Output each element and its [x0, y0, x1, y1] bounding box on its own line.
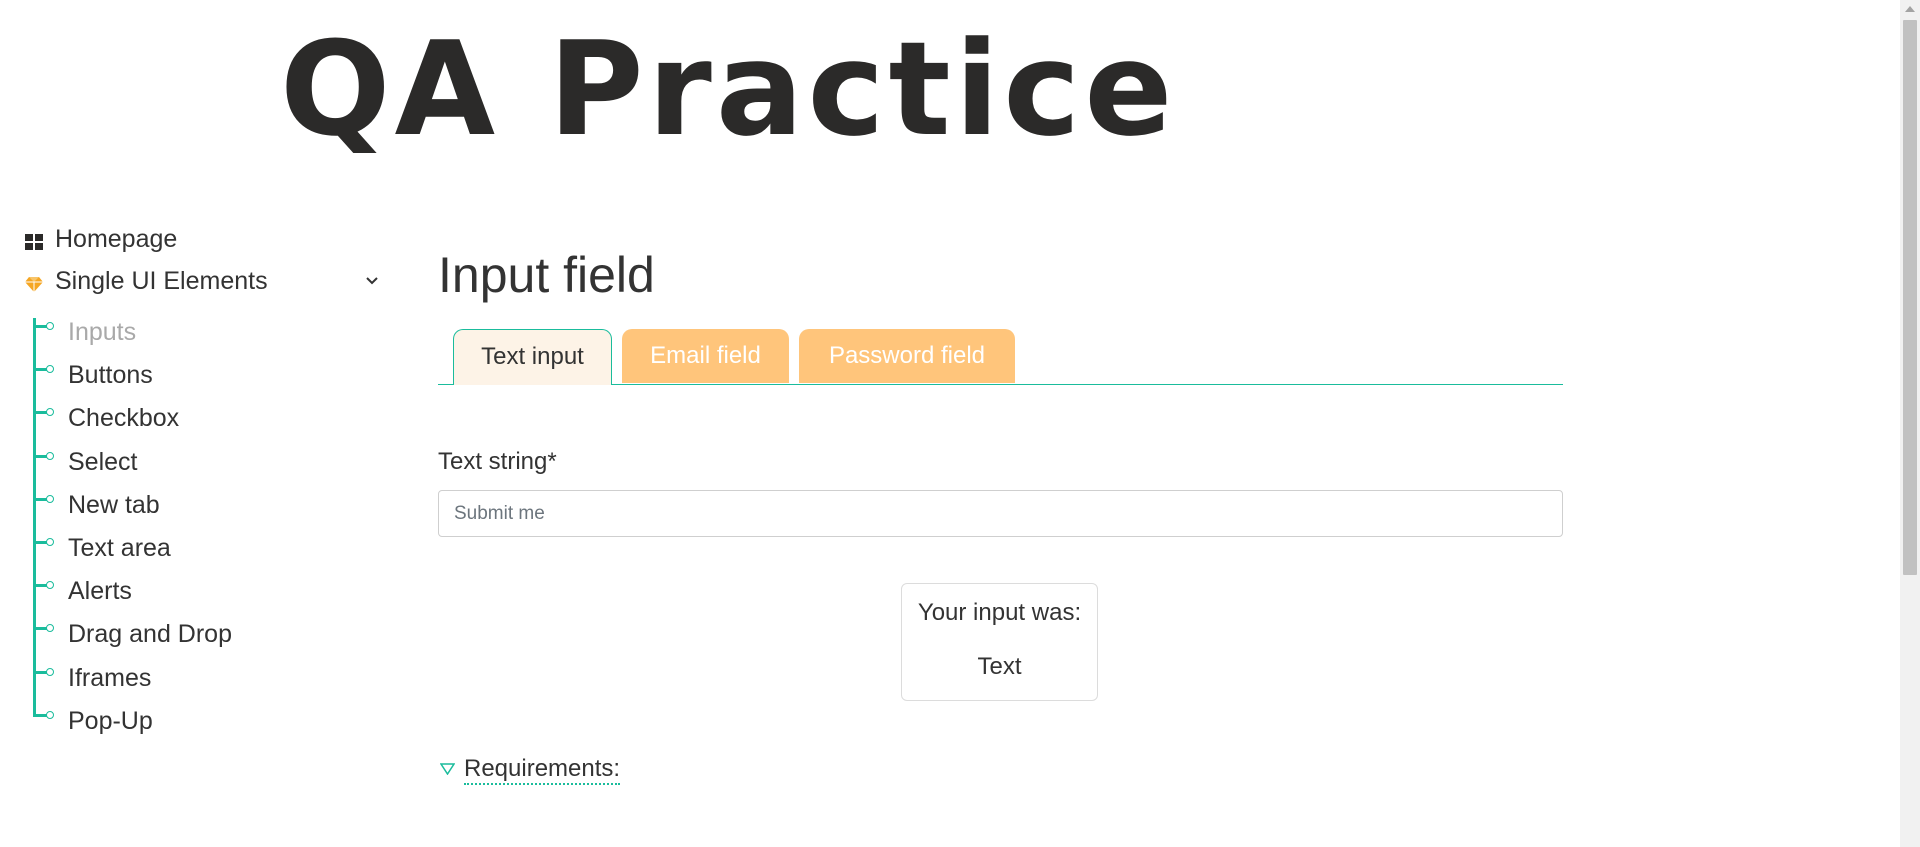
tree-branch	[33, 540, 47, 544]
page-scrollbar[interactable]	[1900, 0, 1920, 847]
tree-node-icon	[46, 494, 54, 503]
chevron-down-icon[interactable]	[365, 273, 379, 291]
sidebar-item-drag-and-drop[interactable]: Drag and Drop	[33, 613, 232, 656]
tree-branch	[33, 627, 47, 631]
tree-branch	[33, 670, 47, 674]
requirements-label: Requirements:	[464, 755, 621, 785]
tree-branch	[33, 411, 47, 415]
sidebar-item-label: Homepage	[55, 225, 178, 253]
sidebar-submenu: Inputs Buttons Checkbox Select New tab Text a…	[33, 311, 232, 743]
sidebar-item-inputs[interactable]: Inputs	[33, 311, 232, 354]
sidebar-item-label: Pop-Up	[68, 706, 153, 735]
sidebar-item-checkbox[interactable]: Checkbox	[33, 397, 232, 440]
sidebar-item-label: Text area	[68, 533, 171, 562]
tree-node-icon	[46, 451, 54, 460]
sidebar-item-label: Single UI Elements	[55, 267, 268, 295]
tree-node-icon	[46, 322, 54, 330]
tab-bar: Text input Email field Password field	[438, 329, 1563, 385]
tree-node-icon	[46, 624, 54, 633]
tab-email-field[interactable]: Email field	[622, 329, 789, 383]
site-logo[interactable]: QA Practice	[280, 14, 1177, 164]
sidebar-item-single-ui-elements[interactable]: Single UI Elements	[24, 267, 379, 296]
tree-branch	[33, 368, 47, 372]
tree-node-icon	[46, 537, 54, 546]
sidebar-item-iframes[interactable]: Iframes	[33, 657, 232, 700]
sidebar-item-label: Iframes	[68, 663, 152, 692]
tree-branch	[33, 713, 47, 717]
sidebar-item-buttons[interactable]: Buttons	[33, 354, 232, 397]
tab-text-input[interactable]: Text input	[453, 329, 612, 385]
sidebar-item-text-area[interactable]: Text area	[33, 527, 232, 570]
tree-branch	[33, 584, 47, 588]
result-value: Text	[977, 653, 1022, 680]
sidebar-item-label: Drag and Drop	[68, 620, 232, 649]
sidebar-item-homepage[interactable]: Homepage	[24, 225, 177, 254]
tree-node-icon	[46, 710, 54, 719]
sidebar-item-alerts[interactable]: Alerts	[33, 570, 232, 613]
grid-icon	[24, 230, 44, 250]
tree-branch	[33, 497, 47, 501]
sidebar-item-label: Inputs	[68, 318, 137, 346]
tree-branch	[33, 325, 47, 328]
tree-node-icon	[46, 581, 54, 590]
scrollbar-thumb[interactable]	[1903, 20, 1917, 575]
tree-branch	[33, 454, 47, 458]
diamond-icon	[24, 272, 44, 292]
sidebar-item-new-tab[interactable]: New tab	[33, 484, 232, 527]
sidebar-item-label: Buttons	[68, 361, 153, 390]
sidebar-item-pop-up[interactable]: Pop-Up	[33, 700, 232, 743]
scroll-up-icon[interactable]	[1905, 6, 1915, 12]
page-title: Input field	[438, 247, 655, 303]
requirements-toggle[interactable]: Requirements:	[439, 755, 621, 785]
sidebar-item-label: New tab	[68, 490, 160, 519]
text-string-label: Text string*	[438, 448, 557, 475]
tree-node-icon	[46, 408, 54, 417]
sidebar-item-label: Alerts	[68, 577, 132, 606]
triangle-down-icon	[439, 762, 456, 779]
result-label: Your input was:	[917, 599, 1082, 626]
tab-password-field[interactable]: Password field	[799, 329, 1015, 383]
sidebar-item-select[interactable]: Select	[33, 441, 232, 484]
tree-node-icon	[46, 667, 54, 676]
text-string-input[interactable]	[438, 490, 1563, 537]
sidebar-item-label: Checkbox	[68, 404, 180, 433]
result-box: Your input was: Text	[901, 583, 1098, 701]
tree-node-icon	[46, 365, 54, 374]
sidebar-item-label: Select	[68, 447, 138, 476]
